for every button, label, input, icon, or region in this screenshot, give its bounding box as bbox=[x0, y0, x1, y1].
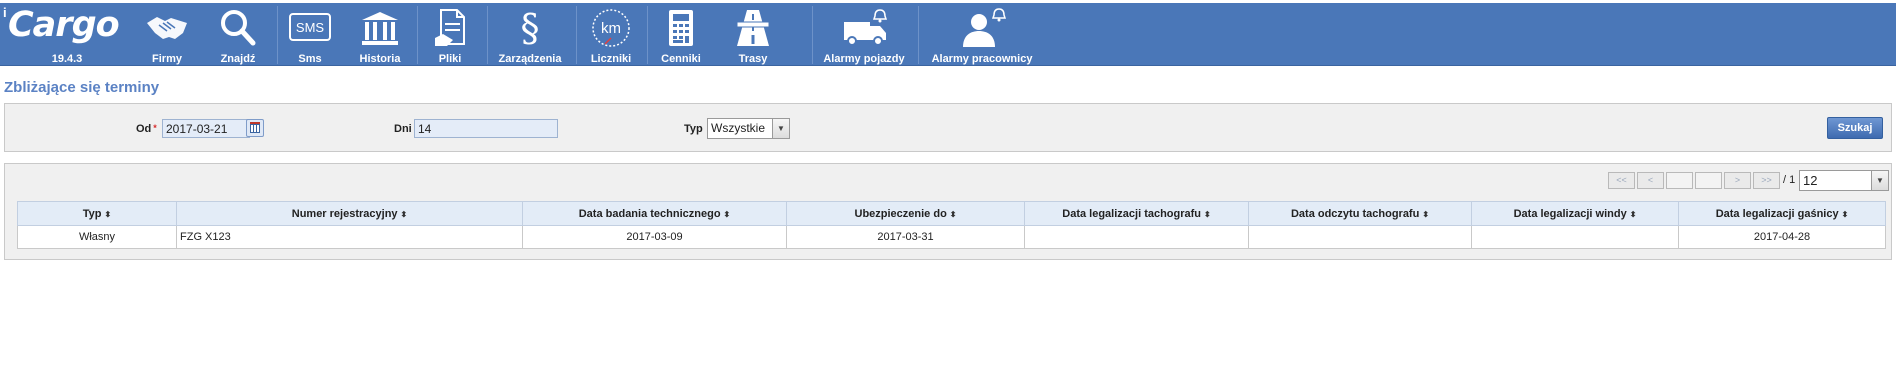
paragraph-icon: § bbox=[520, 6, 540, 50]
sort-icon: ⬍ bbox=[1422, 209, 1430, 219]
sort-icon: ⬍ bbox=[1841, 209, 1849, 219]
column-header-legalizacja-windy[interactable]: Data legalizacji windy ⬍ bbox=[1471, 201, 1679, 226]
road-icon bbox=[726, 7, 780, 49]
column-header-ubezpieczenie[interactable]: Ubezpieczenie do ⬍ bbox=[786, 201, 1025, 226]
files-icon bbox=[424, 7, 476, 49]
cell-numer: FZG X123 bbox=[176, 225, 523, 249]
column-header-odczyt-tachografu[interactable]: Data odczytu tachografu ⬍ bbox=[1248, 201, 1472, 226]
first-page-button[interactable]: << bbox=[1608, 172, 1635, 189]
cell-legalizacja-windy bbox=[1471, 225, 1679, 249]
calendar-icon[interactable] bbox=[246, 119, 264, 137]
app-logo[interactable]: i Cargo 19.4.3 bbox=[0, 3, 134, 66]
odometer-icon: km bbox=[582, 7, 640, 49]
nav-label: Cenniki bbox=[661, 53, 701, 65]
cell-legalizacja-tachografu bbox=[1024, 225, 1249, 249]
column-header-typ[interactable]: Typ ⬍ bbox=[17, 201, 177, 226]
nav-separator bbox=[277, 6, 278, 64]
od-date-input[interactable] bbox=[162, 119, 250, 138]
nav-label: Alarmy pojazdy bbox=[823, 53, 905, 65]
required-marker: * bbox=[153, 123, 157, 133]
sort-icon: ⬍ bbox=[723, 209, 731, 219]
filter-panel: Od* Dni Typ Wszystkie ▼ Szukaj bbox=[4, 103, 1892, 152]
history-columns-icon bbox=[352, 7, 408, 49]
svg-text:km: km bbox=[601, 20, 621, 37]
handshake-icon bbox=[139, 7, 195, 49]
nav-separator bbox=[487, 6, 488, 64]
page-input-secondary[interactable] bbox=[1695, 172, 1722, 189]
sms-icon: SMS bbox=[284, 7, 336, 49]
sort-icon: ⬍ bbox=[400, 209, 408, 219]
nav-pliki[interactable]: Pliki bbox=[424, 3, 476, 66]
truck-alarm-icon bbox=[816, 7, 912, 49]
next-page-button[interactable]: > bbox=[1724, 172, 1751, 189]
nav-label: Sms bbox=[298, 53, 322, 65]
sort-icon: ⬍ bbox=[949, 209, 957, 219]
nav-cenniki[interactable]: Cenniki bbox=[655, 3, 707, 66]
nav-separator bbox=[812, 6, 813, 64]
nav-znajdz[interactable]: Znajdź bbox=[212, 3, 264, 66]
dni-input[interactable] bbox=[414, 119, 558, 138]
page-input[interactable] bbox=[1666, 172, 1693, 189]
nav-alarmy-pracownicy[interactable]: Alarmy pracownicy bbox=[924, 3, 1040, 66]
dni-label: Dni bbox=[394, 123, 412, 135]
typ-select[interactable]: Wszystkie ▼ bbox=[707, 118, 790, 139]
results-panel: << < > >> / 1 12 ▼ Typ ⬍ Numer rejestracy… bbox=[4, 163, 1892, 260]
top-navigation-bar: i Cargo 19.4.3 Firmy Znajdź SMS Sms Hist… bbox=[0, 3, 1896, 66]
typ-label: Typ bbox=[684, 123, 703, 135]
app-version: 19.4.3 bbox=[51, 53, 83, 65]
page-title: Zbliżające się terminy bbox=[4, 79, 160, 96]
nav-label: Znajdź bbox=[220, 53, 256, 65]
column-header-legalizacja-gasnicy[interactable]: Data legalizacji gaśnicy ⬍ bbox=[1678, 201, 1886, 226]
column-header-numer[interactable]: Numer rejestracyjny ⬍ bbox=[176, 201, 523, 226]
page-size-value: 12 bbox=[1803, 173, 1818, 188]
nav-separator bbox=[576, 6, 577, 64]
chevron-down-icon: ▼ bbox=[772, 119, 789, 138]
nav-label: Trasy bbox=[738, 53, 768, 65]
nav-alarmy-pojazdy[interactable]: Alarmy pojazdy bbox=[816, 3, 912, 66]
results-table: Typ ⬍ Numer rejestracyjny ⬍ Data badania t… bbox=[17, 201, 1886, 249]
prev-page-button[interactable]: < bbox=[1637, 172, 1664, 189]
nav-label: Historia bbox=[359, 53, 401, 65]
svg-text:SMS: SMS bbox=[296, 20, 325, 35]
nav-trasy[interactable]: Trasy bbox=[726, 3, 780, 66]
cell-typ: Własny bbox=[17, 225, 177, 249]
table-row[interactable]: Własny FZG X123 2017-03-09 2017-03-31 20… bbox=[17, 225, 1886, 249]
cell-legalizacja-gasnicy: 2017-04-28 bbox=[1678, 225, 1886, 249]
person-alarm-icon bbox=[924, 7, 1040, 49]
nav-liczniki[interactable]: km Liczniki bbox=[582, 3, 640, 66]
sort-icon: ⬍ bbox=[1629, 209, 1637, 219]
nav-label: Pliki bbox=[438, 53, 462, 65]
last-page-button[interactable]: >> bbox=[1753, 172, 1780, 189]
typ-select-value: Wszystkie bbox=[711, 121, 765, 135]
od-label: Od * bbox=[136, 123, 157, 135]
nav-separator bbox=[918, 6, 919, 64]
logo-prefix: i bbox=[3, 5, 7, 20]
nav-label: Alarmy pracownicy bbox=[931, 53, 1033, 65]
nav-firmy[interactable]: Firmy bbox=[139, 3, 195, 66]
table-header-row: Typ ⬍ Numer rejestracyjny ⬍ Data badania t… bbox=[17, 201, 1886, 226]
search-button[interactable]: Szukaj bbox=[1827, 117, 1883, 139]
calculator-icon bbox=[655, 7, 707, 49]
cell-ubezpieczenie: 2017-03-31 bbox=[786, 225, 1025, 249]
page-size-select[interactable]: 12 ▼ bbox=[1799, 170, 1889, 191]
cell-badanie: 2017-03-09 bbox=[522, 225, 787, 249]
nav-label: Zarządzenia bbox=[498, 53, 562, 65]
column-header-badanie[interactable]: Data badania technicznego ⬍ bbox=[522, 201, 787, 226]
nav-sms[interactable]: SMS Sms bbox=[284, 3, 336, 66]
nav-zarzadzenia[interactable]: § Zarządzenia bbox=[490, 3, 570, 66]
page-total: / 1 bbox=[1783, 174, 1796, 186]
nav-separator bbox=[647, 6, 648, 64]
sort-icon: ⬍ bbox=[104, 209, 112, 219]
search-icon bbox=[212, 7, 264, 49]
logo-text: Cargo bbox=[8, 5, 120, 45]
sort-icon: ⬍ bbox=[1204, 209, 1211, 219]
nav-label: Liczniki bbox=[590, 53, 632, 65]
column-header-legalizacja-tachografu[interactable]: Data legalizacji tachografu ⬍ bbox=[1024, 201, 1249, 226]
chevron-down-icon: ▼ bbox=[1871, 171, 1888, 190]
nav-label: Firmy bbox=[152, 53, 182, 65]
cell-odczyt-tachografu bbox=[1248, 225, 1472, 249]
nav-historia[interactable]: Historia bbox=[352, 3, 408, 66]
nav-separator bbox=[417, 6, 418, 64]
